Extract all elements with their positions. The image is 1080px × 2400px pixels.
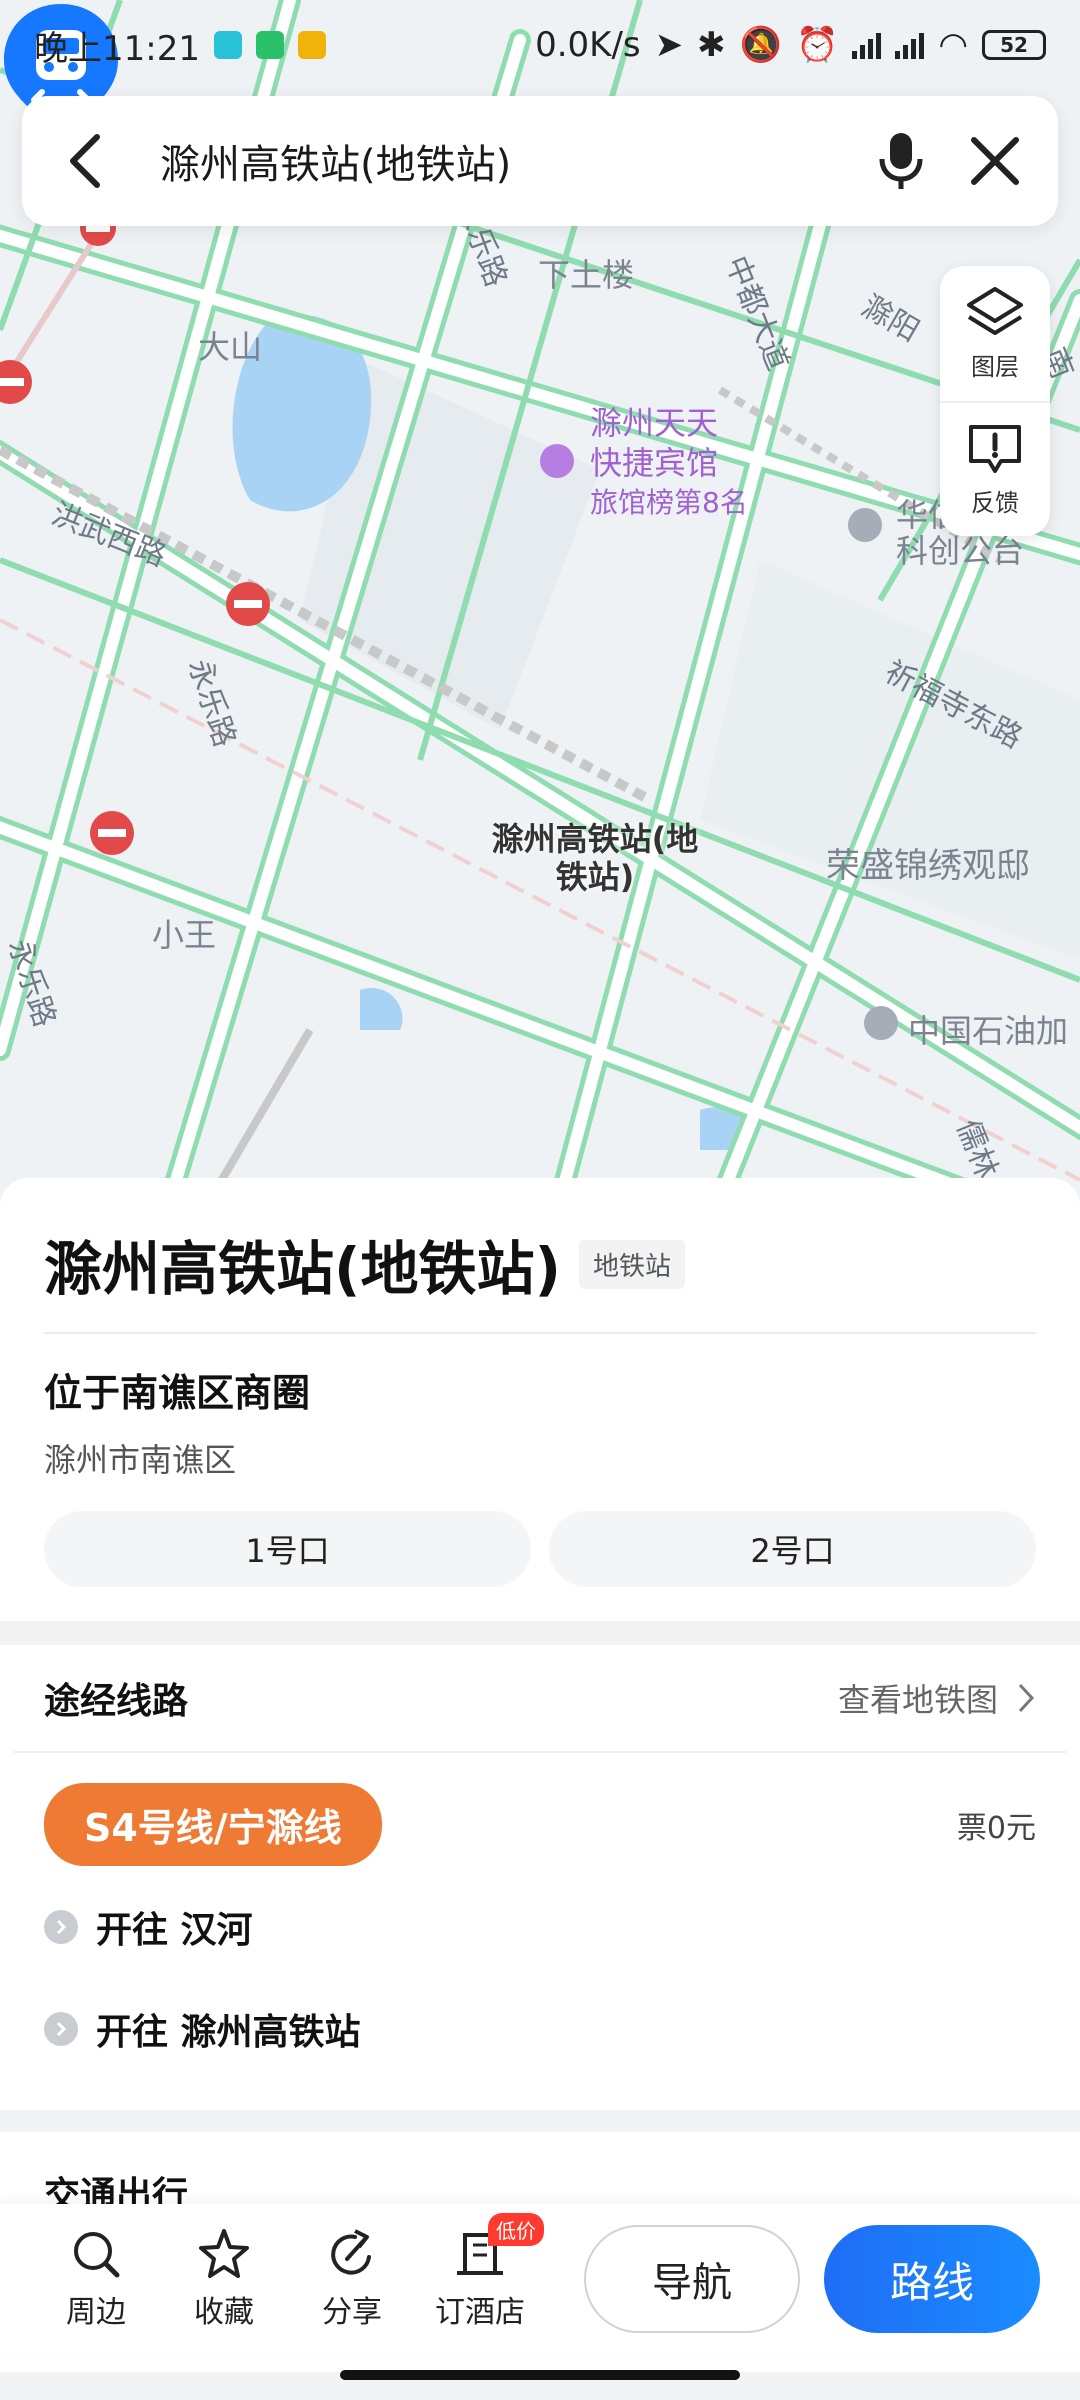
map-label: 下土楼 <box>538 256 635 294</box>
direction-item[interactable]: 开往 汉河 <box>44 1876 1036 1978</box>
mute-bell-icon: 🔕 <box>739 25 782 65</box>
net-speed: 0.0K/s <box>535 25 641 65</box>
nearby-button[interactable]: 周边 <box>32 2227 160 2331</box>
search-bar[interactable]: 滁州高铁站(地铁站) <box>22 96 1058 226</box>
building-poi-icon[interactable] <box>848 508 882 542</box>
fare: 票0元 <box>956 1810 1036 1846</box>
search-input[interactable]: 滁州高铁站(地铁站) <box>160 132 842 190</box>
feedback-label: 反馈 <box>971 489 1019 517</box>
signal-icon <box>895 31 925 59</box>
star-icon <box>199 2229 249 2278</box>
map-label: 中国石油加 <box>908 1012 1069 1050</box>
alarm-icon: ⏰ <box>795 25 839 65</box>
chevron-circle-icon <box>44 2012 78 2046</box>
map-label: 荣盛锦绣观邸 <box>826 846 1030 886</box>
voice-search-button[interactable] <box>866 126 936 196</box>
location-arrow-icon: ➤ <box>654 25 684 65</box>
metro-line-badge[interactable]: S4号线/宁滁线 <box>44 1783 382 1866</box>
home-indicator[interactable] <box>340 2370 740 2380</box>
game-app-icon <box>297 31 326 59</box>
hotel-poi-icon[interactable] <box>540 444 574 478</box>
microphone-icon <box>879 133 923 189</box>
lines-card: 途经线路 查看地铁图 S4号线/宁滁线 票0元 开往 汉河 开往 滁州高铁站 <box>0 1645 1080 2110</box>
layers-button[interactable]: 图层 <box>940 266 1050 401</box>
feedback-button[interactable]: 反馈 <box>940 401 1050 536</box>
back-arrow-icon <box>70 134 100 188</box>
search-icon <box>74 2232 120 2278</box>
signal-icon <box>852 31 882 59</box>
view-metro-map-label: 查看地铁图 <box>837 1681 998 1719</box>
chevron-right-icon <box>1018 1683 1035 1713</box>
layers-icon <box>967 287 1023 335</box>
book-hotel-button[interactable]: 低价 订酒店 <box>416 2213 544 2331</box>
business-district: 位于南谯区商圈 <box>44 1371 311 1415</box>
feedback-icon <box>969 425 1021 473</box>
hotel-name[interactable]: 快捷宾馆 <box>590 444 718 482</box>
direction-label: 开往 汉河 <box>96 1910 253 1951</box>
hotel-name[interactable]: 滁州天天 <box>590 404 718 442</box>
nearby-label: 周边 <box>66 2295 126 2330</box>
gas-station-poi-icon[interactable] <box>864 1006 898 1040</box>
close-icon <box>971 137 1019 185</box>
bottom-action-bar: 周边 收藏 分享 低价 订酒店 导航 路线 <box>0 2204 1080 2354</box>
clear-search-button[interactable] <box>960 126 1030 196</box>
pin-label-line: 滁州高铁站(地 <box>491 820 699 858</box>
pin-label-line: 铁站) <box>555 858 635 896</box>
route-button[interactable]: 路线 <box>824 2225 1040 2333</box>
map-side-panel: 图层 反馈 <box>940 266 1050 536</box>
battery-icon: 52 <box>982 30 1046 60</box>
divider <box>44 1332 1036 1334</box>
status-bar: 晚上11:21 0.0K/s ➤ ✱ 🔕 ⏰ ◠ 52 <box>0 0 1080 90</box>
navigation-app-icon <box>213 31 242 59</box>
direction-item[interactable]: 开往 滁州高铁站 <box>44 1978 1036 2080</box>
exit-1-button[interactable]: 1号口 <box>44 1511 531 1587</box>
share-icon <box>331 2229 371 2275</box>
book-hotel-label: 订酒店 <box>435 2295 525 2330</box>
section-title: 途经线路 <box>44 1681 189 1722</box>
back-button[interactable] <box>50 126 120 196</box>
low-price-badge: 低价 <box>488 2213 544 2246</box>
favorite-button[interactable]: 收藏 <box>160 2227 288 2331</box>
place-type-tag: 地铁站 <box>579 1239 686 1289</box>
view-metro-map-link[interactable]: 查看地铁图 <box>838 1675 1036 1721</box>
wifi-icon: ◠ <box>938 25 968 65</box>
share-label: 分享 <box>322 2295 382 2330</box>
place-summary-card: 滁州高铁站(地铁站) 地铁站 位于南谯区商圈 滁州市南谯区 1号口 2号口 <box>0 1178 1080 1621</box>
chevron-circle-icon <box>44 1910 78 1944</box>
hotel-rank: 旅馆榜第8名 <box>590 486 748 519</box>
place-title: 滁州高铁站(地铁站) <box>44 1235 562 1303</box>
share-button[interactable]: 分享 <box>288 2227 416 2331</box>
favorite-label: 收藏 <box>194 2295 254 2330</box>
navigate-button[interactable]: 导航 <box>584 2225 800 2333</box>
layers-label: 图层 <box>971 353 1019 381</box>
shield-app-icon <box>255 31 284 59</box>
metro-pin-label: 滁州高铁站(地 铁站) <box>470 820 720 896</box>
map-label: 小王 <box>152 916 217 954</box>
address: 滁州市南谯区 <box>44 1441 237 1479</box>
status-time: 晚上11:21 <box>34 28 200 69</box>
direction-label: 开往 滁州高铁站 <box>96 2012 361 2053</box>
exit-2-button[interactable]: 2号口 <box>549 1511 1036 1587</box>
map-label: 大山 <box>198 328 263 366</box>
bluetooth-icon: ✱ <box>697 25 726 65</box>
